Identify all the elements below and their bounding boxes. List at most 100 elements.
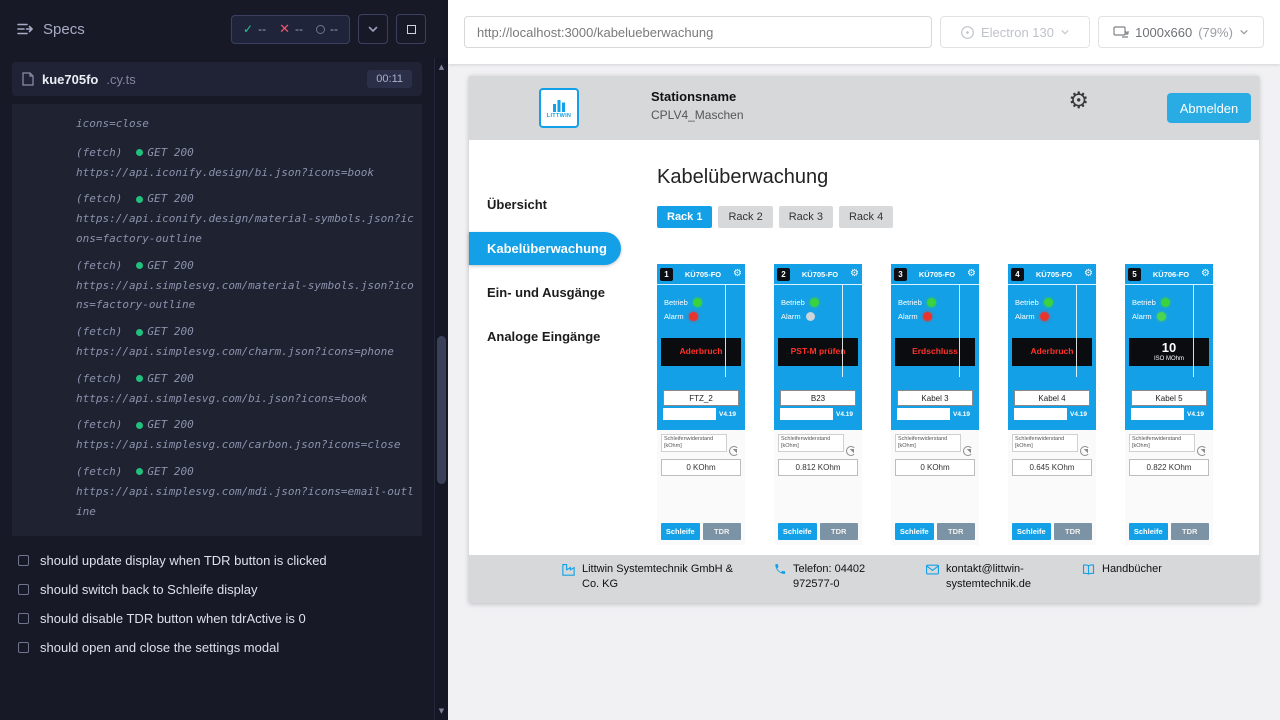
alarm-led [806, 312, 815, 321]
card-gear-icon[interactable]: ⚙ [733, 269, 742, 279]
card-gear-icon[interactable]: ⚙ [1084, 269, 1093, 279]
betrieb-label: Betrieb [898, 298, 922, 307]
log-entry[interactable]: (fetch) GET 200 https://api.iconify.desi… [76, 189, 414, 248]
test-item[interactable]: should switch back to Schleife display [0, 575, 434, 604]
tdr-button[interactable]: TDR [1171, 523, 1210, 540]
card-model: KÜ705-FO [793, 270, 847, 279]
sidebar-item[interactable]: Analoge Eingänge [469, 320, 639, 353]
schleife-button[interactable]: Schleife [1129, 523, 1168, 540]
alarm-led [689, 312, 698, 321]
card-number: 4 [1011, 268, 1024, 281]
scroll-down-icon[interactable]: ▼ [435, 704, 448, 718]
cable-name-field[interactable]: Kabel 4 [1014, 390, 1090, 406]
viewport-scale-icon [1113, 25, 1129, 39]
tdr-button[interactable]: TDR [937, 523, 976, 540]
cable-name-field[interactable]: B23 [780, 390, 856, 406]
viewport-selector[interactable]: 1000x660 (79%) [1098, 16, 1264, 48]
log-entry[interactable]: (fetch) GET 200 https://api.simplesvg.co… [76, 462, 414, 521]
schleife-button[interactable]: Schleife [1012, 523, 1051, 540]
mode-buttons: Schleife TDR [661, 523, 741, 540]
footer-phone-text: Telefon: 04402 972577-0 [793, 562, 891, 592]
status-dot-icon [136, 422, 143, 429]
footer-email[interactable]: kontakt@littwin-systemtechnik.de [925, 562, 1047, 592]
resistance-value: 0.822 KOhm [1129, 459, 1209, 476]
log-entry[interactable]: (fetch) GET 200 https://api.simplesvg.co… [76, 322, 414, 362]
specs-toggle[interactable]: Specs [16, 20, 85, 38]
logo-building-icon [551, 98, 567, 112]
tdr-button[interactable]: TDR [703, 523, 742, 540]
log-entry[interactable]: (fetch) GET 200 https://api.simplesvg.co… [76, 369, 414, 409]
log-entry[interactable]: (fetch) GET 200 https://api.simplesvg.co… [76, 256, 414, 315]
status-text: Aderbruch [1031, 347, 1074, 357]
log-prefix: (fetch) [76, 415, 122, 435]
betrieb-led [1044, 298, 1053, 307]
app-stage: LITTWIN Stationsname CPLV4_Maschen ⚙ Abm… [448, 64, 1280, 720]
chevron-down-icon [367, 23, 379, 35]
scroll-up-icon[interactable]: ▲ [435, 60, 448, 74]
tdr-button[interactable]: TDR [820, 523, 859, 540]
version-row: V4.19 [663, 408, 739, 420]
sidebar-item[interactable]: Kabelüberwachung [469, 232, 621, 265]
logout-button[interactable]: Abmelden [1167, 93, 1251, 123]
scrollbar-thumb[interactable] [437, 336, 446, 484]
tdr-button[interactable]: TDR [1054, 523, 1093, 540]
test-item[interactable]: should update display when TDR button is… [0, 546, 434, 575]
stop-button[interactable] [396, 14, 426, 44]
schleife-button[interactable]: Schleife [778, 523, 817, 540]
cable-name-field[interactable]: Kabel 3 [897, 390, 973, 406]
mode-buttons: Schleife TDR [778, 523, 858, 540]
refresh-icon[interactable] [1080, 446, 1090, 456]
station-label: Stationsname [651, 89, 744, 104]
log-entry[interactable]: (fetch) GET 200 https://api.simplesvg.co… [76, 415, 414, 455]
refresh-icon[interactable] [846, 446, 856, 456]
refresh-icon[interactable] [729, 446, 739, 456]
card-gear-icon[interactable]: ⚙ [850, 269, 859, 279]
card-header: 4 KÜ705-FO ⚙ [1008, 264, 1096, 285]
refresh-icon[interactable] [963, 446, 973, 456]
sidebar-item[interactable]: Übersicht [469, 188, 639, 221]
browser-selector[interactable]: Electron 130 [940, 16, 1090, 48]
log-prefix: (fetch) [76, 369, 122, 389]
rack-tabs: Rack 1 Rack 2 Rack 3 [657, 206, 1235, 228]
betrieb-row: Betrieb [664, 298, 745, 307]
rack-tab[interactable]: Rack 3 [779, 206, 833, 228]
footer-manuals-text: Handbücher [1102, 562, 1162, 577]
schleife-button[interactable]: Schleife [661, 523, 700, 540]
log-entry[interactable]: icons=close [76, 114, 414, 134]
rack-tab[interactable]: Rack 4 [839, 206, 893, 228]
footer-phone[interactable]: Telefon: 04402 972577-0 [773, 562, 891, 592]
spec-file-row[interactable]: kue705fo.cy.ts 00:11 [12, 62, 422, 96]
log-url: https://api.simplesvg.com/material-symbo… [76, 276, 414, 316]
refresh-icon[interactable] [1197, 446, 1207, 456]
log-status: GET 200 [147, 256, 193, 276]
collapse-button[interactable] [358, 14, 388, 44]
rack-tab[interactable]: Rack 2 [718, 206, 772, 228]
betrieb-led [810, 298, 819, 307]
rack-tab[interactable]: Rack 1 [657, 206, 712, 228]
device-card: 2 KÜ705-FO ⚙ Betrieb [774, 264, 862, 545]
device-card: 5 KÜ706-FO ⚙ Betrieb [1125, 264, 1213, 545]
footer-manuals[interactable]: Handbücher [1081, 562, 1162, 577]
cypress-scrollbar[interactable]: ▲ ▼ [434, 58, 448, 720]
betrieb-row: Betrieb [898, 298, 979, 307]
resistance-label: Schleifenwiderstand [kOhm] [895, 434, 961, 452]
betrieb-led [1161, 298, 1170, 307]
log-entry[interactable]: (fetch) GET 200 https://api.iconify.desi… [76, 143, 414, 183]
station-value: CPLV4_Maschen [651, 108, 744, 122]
test-item[interactable]: should open and close the settings modal [0, 633, 434, 662]
spec-ext: .cy.ts [106, 72, 135, 87]
alarm-label: Alarm [1015, 312, 1035, 321]
sidebar-item[interactable]: Ein- und Ausgänge [469, 276, 639, 309]
device-card: 3 KÜ705-FO ⚙ Betrieb [891, 264, 979, 545]
card-gear-icon[interactable]: ⚙ [1201, 269, 1210, 279]
betrieb-row: Betrieb [1132, 298, 1213, 307]
cable-name-field[interactable]: Kabel 5 [1131, 390, 1207, 406]
card-gear-icon[interactable]: ⚙ [967, 269, 976, 279]
cable-name-field[interactable]: FTZ_2 [663, 390, 739, 406]
schleife-button[interactable]: Schleife [895, 523, 934, 540]
settings-gear-icon[interactable]: ⚙ [1068, 90, 1089, 113]
url-input[interactable]: http://localhost:3000/kabelueberwachung [464, 16, 932, 48]
test-item[interactable]: should disable TDR button when tdrActive… [0, 604, 434, 633]
status-dot-icon [136, 329, 143, 336]
card-divider [959, 285, 960, 377]
